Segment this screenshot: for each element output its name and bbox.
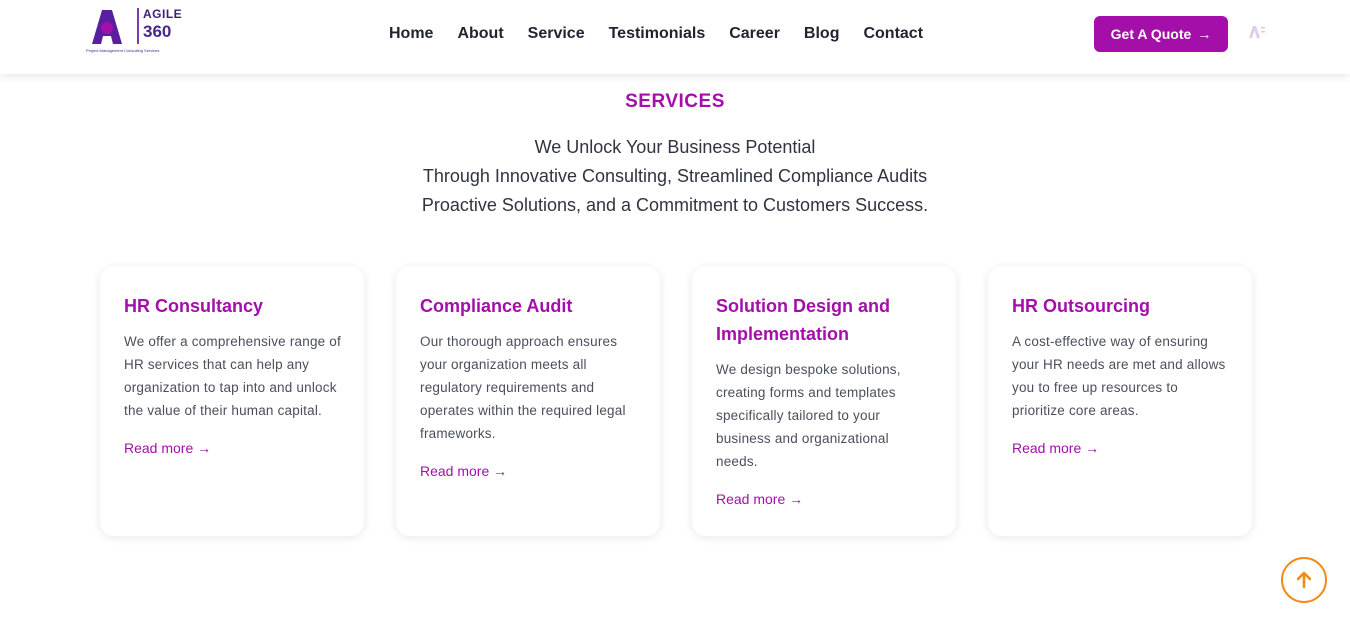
card-description: Our thorough approach ensures your organ… <box>420 334 626 441</box>
card-description: A cost-effective way of ensuring your HR… <box>1012 334 1226 418</box>
card-title: HR Consultancy <box>124 296 264 316</box>
service-card-compliance-audit: Compliance Audit Our thorough approach e… <box>396 266 660 536</box>
agile360-logo[interactable]: AGILE 360 Project Management Consulting … <box>86 6 186 56</box>
read-more-link[interactable]: Read more → <box>716 491 803 507</box>
scroll-to-top-button[interactable] <box>1281 557 1327 603</box>
card-title: HR Outsourcing <box>1012 296 1150 316</box>
service-card-hr-outsourcing: HR Outsourcing A cost-effective way of e… <box>988 266 1252 536</box>
get-a-quote-label: Get A Quote <box>1110 26 1192 42</box>
arrow-up-icon <box>1296 571 1312 589</box>
card-description: We design bespoke solutions, creating fo… <box>716 362 901 469</box>
logo-tagline: Project Management Consulting Services <box>86 48 160 53</box>
nav-testimonials[interactable]: Testimonials <box>609 24 706 44</box>
service-cards: HR Consultancy We offer a comprehensive … <box>100 266 1252 536</box>
nav-career[interactable]: Career <box>729 24 780 44</box>
logo-mark-icon <box>92 10 122 44</box>
read-more-link[interactable]: Read more → <box>1012 440 1099 456</box>
card-description: We offer a comprehensive range of HR ser… <box>124 334 341 418</box>
section-intro: We Unlock Your Business Potential Throug… <box>0 133 1350 220</box>
read-more-link[interactable]: Read more → <box>124 440 211 456</box>
card-title: Compliance Audit <box>420 296 573 316</box>
service-card-hr-consultancy: HR Consultancy We offer a comprehensive … <box>100 266 364 536</box>
nav-about[interactable]: About <box>457 24 503 44</box>
faded-logo-icon <box>1249 26 1265 38</box>
nav-blog[interactable]: Blog <box>804 24 840 44</box>
get-a-quote-button[interactable]: Get A Quote → <box>1094 16 1228 52</box>
logo-number: 360 <box>143 22 172 41</box>
main-nav: Home About Service Testimonials Career B… <box>389 24 923 44</box>
logo-word: AGILE <box>143 7 183 21</box>
logo-divider <box>137 8 139 44</box>
service-card-solution-design: Solution Design and Implementation We de… <box>692 266 956 536</box>
nav-contact[interactable]: Contact <box>863 24 923 44</box>
read-more-link[interactable]: Read more → <box>420 463 507 479</box>
section-label: SERVICES <box>625 91 725 112</box>
card-title: Solution Design and Implementation <box>716 296 890 344</box>
site-header: AGILE 360 Project Management Consulting … <box>0 0 1350 74</box>
intro-line: Through Innovative Consulting, Streamlin… <box>422 166 928 186</box>
intro-line: We Unlock Your Business Potential <box>534 137 816 157</box>
nav-service[interactable]: Service <box>528 24 585 44</box>
nav-home[interactable]: Home <box>389 24 433 44</box>
intro-line: Proactive Solutions, and a Commitment to… <box>421 195 929 215</box>
arrow-right-icon: → <box>1197 26 1212 42</box>
